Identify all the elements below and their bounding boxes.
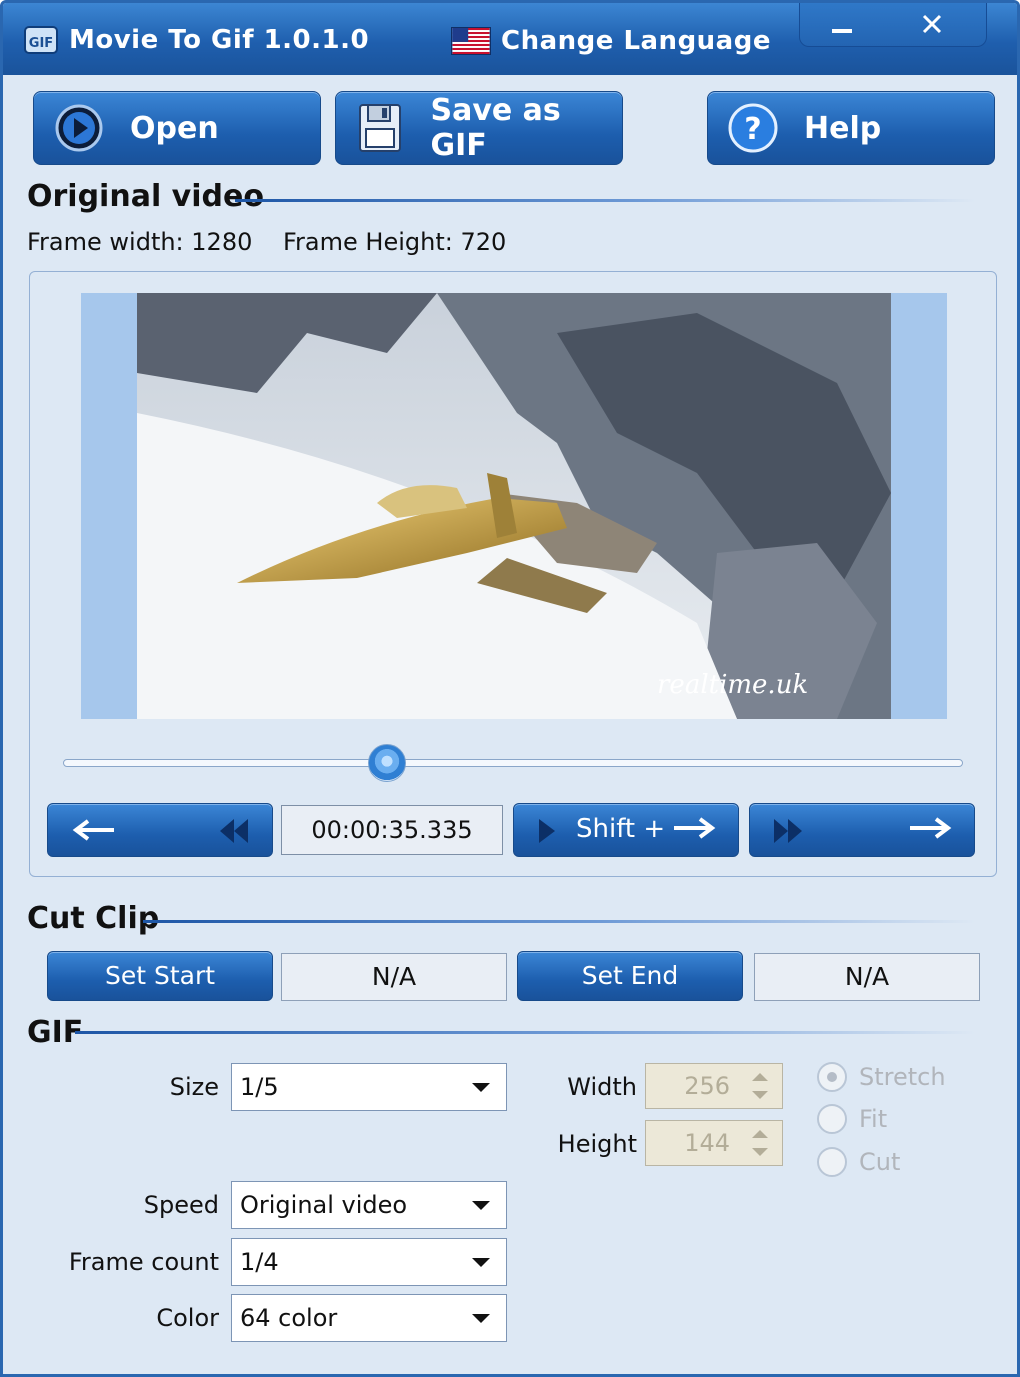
radio-button-checked[interactable] (817, 1062, 847, 1092)
cut-clip-heading: Cut Clip (27, 901, 160, 936)
minimize-icon (832, 29, 852, 33)
width-spinner[interactable]: 256 (645, 1063, 783, 1109)
save-as-gif-button[interactable]: Save as GIF (335, 91, 623, 165)
radio-button[interactable] (817, 1104, 847, 1134)
section-divider (75, 1031, 975, 1034)
change-language-button[interactable]: Change Language (451, 25, 771, 57)
us-flag-icon (451, 27, 491, 55)
close-icon (922, 14, 942, 34)
radio-cut[interactable]: Cut (817, 1144, 900, 1180)
radio-fit-label: Fit (859, 1105, 888, 1133)
chevron-down-icon (472, 1083, 490, 1092)
previous-frame-button[interactable] (47, 803, 273, 857)
color-value: 64 color (240, 1304, 338, 1332)
size-select[interactable]: 1/5 (231, 1063, 507, 1111)
width-label: Width (567, 1073, 637, 1101)
open-label: Open (130, 110, 219, 146)
section-divider (235, 199, 975, 202)
open-button[interactable]: Open (33, 91, 321, 165)
radio-stretch[interactable]: Stretch (817, 1059, 946, 1095)
arrow-left-icon (72, 819, 114, 841)
current-time-display: 00:00:35.335 (281, 805, 503, 855)
spin-down-icon[interactable] (752, 1091, 768, 1099)
window-title: Movie To Gif 1.0.1.0 (69, 25, 370, 55)
svg-text:GIF: GIF (29, 36, 53, 51)
title-bar[interactable]: GIF Movie To Gif 1.0.1.0 Change Language (3, 3, 1017, 75)
spin-up-icon[interactable] (752, 1130, 768, 1138)
timeline-slider-thumb[interactable] (368, 744, 406, 782)
watermark-text: realtime.uk (657, 670, 808, 700)
section-divider (143, 920, 975, 923)
frame-height-text: Frame Height: 720 (283, 228, 507, 256)
chevron-down-icon (472, 1314, 490, 1323)
chevron-down-icon (472, 1258, 490, 1267)
set-end-button[interactable]: Set End (517, 951, 743, 1001)
set-start-button[interactable]: Set Start (47, 951, 273, 1001)
height-value: 144 (684, 1129, 730, 1157)
end-time-value: N/A (754, 953, 980, 1001)
arrow-right-icon (910, 817, 952, 839)
svg-text:?: ? (744, 112, 761, 147)
frame-count-label: Frame count (68, 1248, 219, 1276)
change-language-label: Change Language (501, 26, 771, 56)
save-as-gif-label: Save as GIF (430, 93, 561, 163)
shift-label: Shift + (576, 814, 666, 844)
floppy-disk-icon (359, 104, 402, 152)
minimize-button[interactable] (802, 7, 882, 43)
close-button[interactable] (892, 7, 972, 43)
size-label: Size (169, 1073, 219, 1101)
color-select[interactable]: 64 color (231, 1294, 507, 1342)
radio-stretch-label: Stretch (859, 1063, 946, 1091)
spin-down-icon[interactable] (752, 1148, 768, 1156)
radio-button[interactable] (817, 1147, 847, 1177)
height-spinner[interactable]: 144 (645, 1120, 783, 1166)
spin-up-icon[interactable] (752, 1073, 768, 1081)
video-preview: realtime.uk (137, 293, 891, 719)
gif-app-icon: GIF (24, 26, 58, 54)
timeline-slider[interactable] (63, 759, 963, 767)
radio-fit[interactable]: Fit (817, 1101, 887, 1137)
chevron-down-icon (472, 1201, 490, 1210)
speed-select[interactable]: Original video (231, 1181, 507, 1229)
play-circle-icon (55, 104, 103, 152)
start-time-value: N/A (281, 953, 507, 1001)
window-controls (799, 3, 987, 47)
video-frame-image: realtime.uk (137, 293, 891, 719)
frame-width-text: Frame width: 1280 (27, 228, 253, 256)
size-value: 1/5 (240, 1073, 279, 1101)
next-frame-button[interactable] (749, 803, 975, 857)
frame-count-select[interactable]: 1/4 (231, 1238, 507, 1286)
frame-count-value: 1/4 (240, 1248, 279, 1276)
play-small-icon (539, 819, 555, 843)
question-mark-icon: ? (728, 103, 778, 153)
arrow-right-icon (674, 817, 716, 839)
original-video-heading: Original video (27, 179, 264, 214)
help-label: Help (804, 110, 882, 146)
app-window: GIF Movie To Gif 1.0.1.0 Change Language (0, 0, 1020, 1377)
width-value: 256 (684, 1072, 730, 1100)
color-label: Color (156, 1304, 219, 1332)
radio-cut-label: Cut (859, 1148, 901, 1176)
shift-forward-button[interactable]: Shift + (513, 803, 739, 857)
rewind-icon (220, 819, 248, 843)
fast-forward-icon (774, 819, 802, 843)
height-label: Height (557, 1130, 637, 1158)
help-button[interactable]: ? Help (707, 91, 995, 165)
speed-label: Speed (143, 1191, 219, 1219)
speed-value: Original video (240, 1191, 408, 1219)
